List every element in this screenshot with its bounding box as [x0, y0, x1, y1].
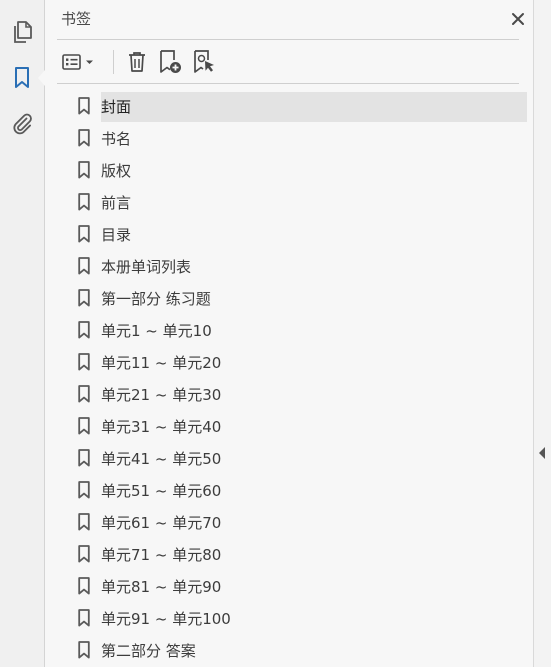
bookmark-from-selection-button[interactable]: [189, 48, 219, 76]
bookmark-icon: [78, 481, 90, 499]
bookmark-icon: [78, 417, 90, 435]
toolbar-divider: [57, 83, 519, 84]
bookmark-label: 单元61 ~ 单元70: [101, 514, 222, 532]
bookmark-icon: [78, 129, 90, 147]
attachment-icon: [13, 113, 32, 135]
bookmark-item[interactable]: 单元81 ~ 单元90: [45, 571, 533, 603]
bookmark-label: 封面: [101, 92, 527, 122]
bookmark-label: 单元1 ~ 单元10: [101, 322, 212, 340]
collapse-arrow-icon[interactable]: [539, 447, 545, 459]
panel-header: 书签: [61, 8, 524, 32]
attachments-button[interactable]: [8, 110, 36, 138]
trash-icon: [129, 52, 145, 72]
bookmark-cursor-icon: [194, 50, 214, 73]
bookmark-icon: [78, 225, 90, 243]
bookmark-icon: [78, 513, 90, 531]
options-menu-button[interactable]: [61, 48, 97, 76]
bookmark-label: 目录: [101, 226, 132, 244]
pages-icon: [14, 21, 32, 43]
bookmark-label: 单元71 ~ 单元80: [101, 546, 222, 564]
bookmark-icon: [78, 545, 90, 563]
bookmark-item[interactable]: 本册单词列表: [45, 251, 533, 283]
bookmark-label: 单元11 ~ 单元20: [101, 354, 222, 372]
pages-button[interactable]: [8, 18, 36, 46]
delete-bookmark-btn[interactable]: [123, 48, 151, 76]
bookmark-icon: [15, 67, 29, 88]
active-tab-indicator: [38, 70, 45, 86]
new-bookmark-icon: [160, 50, 181, 73]
bookmark-toolbar: [57, 46, 519, 78]
bookmark-icon: [78, 289, 90, 307]
bookmark-item[interactable]: 单元21 ~ 单元30: [45, 379, 533, 411]
close-icon: [512, 13, 524, 25]
bookmark-icon: [78, 385, 90, 403]
bookmark-label: 单元31 ~ 单元40: [101, 418, 222, 436]
bookmark-label: 版权: [101, 162, 132, 180]
bookmarks-pane-window: 书签 封面 书名 版权 前言 目录 本册单词列表 第一部分 练习题 单元1 ~ …: [0, 0, 551, 667]
bookmark-item[interactable]: 单元61 ~ 单元70: [45, 507, 533, 539]
bookmark-item[interactable]: 第二部分 答案: [45, 635, 533, 667]
panel-splitter[interactable]: [533, 0, 551, 667]
bookmark-icon: [78, 193, 90, 211]
bookmark-icon: [78, 609, 90, 627]
navigation-rail: [0, 0, 45, 667]
toolbar-separator: [113, 50, 114, 74]
bookmark-item[interactable]: 第一部分 练习题: [45, 283, 533, 315]
close-panel-button[interactable]: [507, 8, 529, 30]
bookmark-label: 第二部分 答案: [101, 642, 196, 660]
bookmark-label: 第一部分 练习题: [101, 290, 211, 308]
bookmark-item[interactable]: 单元41 ~ 单元50: [45, 443, 533, 475]
bookmark-label: 单元21 ~ 单元30: [101, 386, 222, 404]
panel-title: 书签: [61, 10, 92, 28]
bookmark-icon: [78, 577, 90, 595]
bookmark-icon: [78, 257, 90, 275]
bookmark-item[interactable]: 前言: [45, 187, 533, 219]
bookmark-icon: [78, 97, 90, 115]
bookmark-icon: [78, 449, 90, 467]
bookmark-item[interactable]: 单元91 ~ 单元100: [45, 603, 533, 635]
bookmark-label: 单元91 ~ 单元100: [101, 610, 231, 628]
bookmarks-button[interactable]: [8, 64, 36, 92]
bookmark-label: 本册单词列表: [101, 258, 192, 276]
bookmark-item[interactable]: 单元31 ~ 单元40: [45, 411, 533, 443]
bookmark-label: 单元41 ~ 单元50: [101, 450, 222, 468]
bookmark-item[interactable]: 单元71 ~ 单元80: [45, 539, 533, 571]
list-options-icon: [62, 54, 93, 70]
bookmark-icon: [78, 161, 90, 179]
bookmark-item[interactable]: 单元11 ~ 单元20: [45, 347, 533, 379]
bookmark-icon: [78, 353, 90, 371]
bookmarks-panel: 书签 封面 书名 版权 前言 目录 本册单词列表 第一部分 练习题 单元1 ~ …: [45, 0, 533, 667]
bookmark-item[interactable]: 目录: [45, 219, 533, 251]
bookmark-item[interactable]: 单元1 ~ 单元10: [45, 315, 533, 347]
bookmark-icon: [78, 321, 90, 339]
bookmark-label: 单元51 ~ 单元60: [101, 482, 222, 500]
bookmark-tree: 封面 书名 版权 前言 目录 本册单词列表 第一部分 练习题 单元1 ~ 单元1…: [45, 91, 533, 667]
bookmark-icon: [78, 641, 90, 659]
bookmark-item[interactable]: 单元51 ~ 单元60: [45, 475, 533, 507]
bookmark-item[interactable]: 封面: [45, 91, 533, 123]
new-bookmark-button[interactable]: [155, 48, 185, 76]
bookmark-item[interactable]: 版权: [45, 155, 533, 187]
bookmark-label: 单元81 ~ 单元90: [101, 578, 222, 596]
bookmark-item[interactable]: 书名: [45, 123, 533, 155]
bookmark-label: 书名: [101, 130, 132, 148]
header-divider: [57, 39, 519, 40]
bookmark-label: 前言: [101, 194, 132, 212]
